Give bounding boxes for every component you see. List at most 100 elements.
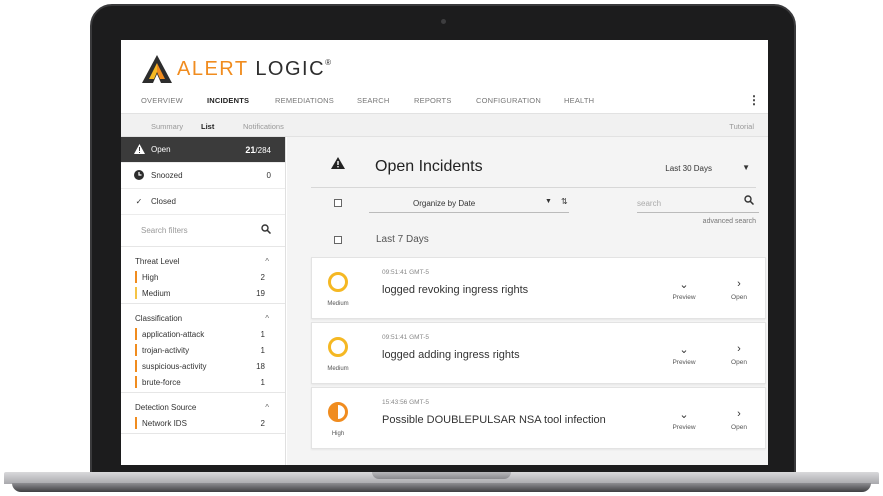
filter-search-placeholder: Search filters [141, 226, 188, 235]
incident-search-input[interactable]: search [637, 199, 661, 208]
nav-reports[interactable]: REPORTS [414, 96, 452, 105]
incident-list-panel: Open Incidents Last 30 Days ▼ Organize b… [287, 137, 768, 465]
state-closed[interactable]: ✓ Closed [121, 189, 285, 215]
chevron-up-icon[interactable]: ^ [265, 314, 269, 323]
tab-notifications[interactable]: Notifications [243, 122, 284, 131]
nav-search[interactable]: SEARCH [357, 96, 389, 105]
filter-item-network-ids[interactable]: Network IDS 2 [135, 415, 273, 431]
filter-item-medium[interactable]: Medium 19 [135, 285, 273, 301]
group-header[interactable]: Classification ^ [135, 310, 273, 326]
preview-button[interactable]: ⌄ Preview [664, 343, 704, 366]
select-all-checkbox[interactable] [334, 199, 342, 207]
kebab-icon[interactable]: ⋮ [748, 93, 760, 107]
severity-medium-icon [328, 272, 348, 292]
caret-down-icon[interactable]: ▼ [545, 198, 552, 205]
open-label: Open [731, 424, 747, 431]
nav-configuration[interactable]: CONFIGURATION [476, 96, 541, 105]
brand-alert-word: ALERT [177, 57, 249, 80]
nav-remediations[interactable]: REMEDIATIONS [275, 96, 334, 105]
search-icon[interactable] [744, 195, 754, 205]
group-header[interactable]: Threat Level ^ [135, 253, 273, 269]
filter-count: 2 [260, 272, 265, 282]
filter-label: trojan-activity [142, 345, 190, 355]
incident-name[interactable]: logged revoking ingress rights [382, 284, 528, 296]
tab-list[interactable]: List [201, 122, 214, 131]
advanced-search-link[interactable]: advanced search [703, 218, 756, 225]
filter-item-high[interactable]: High 2 [135, 269, 273, 285]
clock-icon [133, 169, 145, 182]
filter-count: 18 [256, 361, 265, 371]
group-title: Classification [135, 313, 183, 323]
incident-name[interactable]: Possible DOUBLEPULSAR NSA tool infection [382, 414, 606, 426]
organize-by-select[interactable]: Organize by Date [413, 199, 475, 208]
filter-label: Medium [142, 288, 171, 298]
open-button[interactable]: › Open [719, 343, 759, 366]
incident-card[interactable]: High 15:43:56 GMT-5 Possible DOUBLEPULSA… [311, 387, 766, 449]
filter-label: application-attack [142, 329, 205, 339]
severity-label: Medium [327, 301, 349, 307]
filter-label: brute-force [142, 377, 181, 387]
laptop-frame: ALERT LOGIC® OVERVIEW INCIDENTS REMEDIAT… [0, 0, 883, 496]
filter-group-threat-level: Threat Level ^ High 2 Medium 19 [121, 247, 285, 304]
filter-group-detection-source: Detection Source ^ Network IDS 2 [121, 393, 285, 434]
chevron-right-icon: › [737, 343, 741, 355]
chevron-right-icon: › [737, 408, 741, 420]
group-header[interactable]: Detection Source ^ [135, 399, 273, 415]
tab-summary[interactable]: Summary [151, 122, 183, 131]
section-header: Last 7 Days [287, 231, 768, 249]
preview-label: Preview [672, 359, 696, 366]
top-navigation: OVERVIEW INCIDENTS REMEDIATIONS SEARCH R… [121, 90, 768, 112]
preview-button[interactable]: ⌄ Preview [664, 408, 704, 431]
list-toolbar: Organize by Date ▼ ⇅ search [287, 191, 768, 215]
registered-mark: ® [325, 57, 333, 67]
search-icon[interactable] [261, 224, 271, 234]
incident-card[interactable]: Medium 09:51:41 GMT-5 logged adding ingr… [311, 322, 766, 384]
chevron-up-icon[interactable]: ^ [265, 257, 269, 266]
sort-icon[interactable]: ⇅ [561, 197, 568, 206]
state-open[interactable]: Open 21/284 [121, 137, 285, 163]
filter-item-brute-force[interactable]: brute-force 1 [135, 374, 273, 390]
group-title: Detection Source [135, 402, 197, 412]
title-row: Open Incidents Last 30 Days ▼ [287, 151, 768, 187]
date-range-select[interactable]: Last 30 Days [665, 164, 712, 173]
camera-icon [441, 19, 446, 24]
incident-time: 09:51:41 GMT-5 [382, 269, 429, 276]
group-title: Threat Level [135, 256, 180, 266]
filter-count: 19 [256, 288, 265, 298]
caret-down-icon[interactable]: ▼ [742, 163, 750, 172]
preview-button[interactable]: ⌄ Preview [664, 278, 704, 301]
laptop-base [0, 468, 883, 496]
state-open-label: Open [151, 145, 171, 154]
nav-overview[interactable]: OVERVIEW [141, 96, 183, 105]
open-button[interactable]: › Open [719, 278, 759, 301]
state-snoozed[interactable]: Snoozed 0 [121, 163, 285, 189]
nav-incidents[interactable]: INCIDENTS [207, 96, 249, 105]
chevron-up-icon[interactable]: ^ [265, 403, 269, 412]
severity-medium-icon [328, 337, 348, 357]
incident-card[interactable]: Medium 09:51:41 GMT-5 logged revoking in… [311, 257, 766, 319]
filter-label: High [142, 272, 159, 282]
chevron-down-icon: ⌄ [679, 344, 689, 356]
divider [311, 187, 756, 188]
filter-item-application-attack[interactable]: application-attack 1 [135, 326, 273, 342]
section-checkbox[interactable] [334, 236, 342, 244]
filter-group-classification: Classification ^ application-attack 1 troj… [121, 304, 285, 393]
state-snoozed-label: Snoozed [151, 171, 183, 180]
filter-item-trojan-activity[interactable]: trojan-activity 1 [135, 342, 273, 358]
open-button[interactable]: › Open [719, 408, 759, 431]
nav-health[interactable]: HEALTH [564, 96, 594, 105]
app-screen: ALERT LOGIC® OVERVIEW INCIDENTS REMEDIAT… [121, 40, 768, 465]
base-bottom [12, 483, 871, 492]
filter-item-suspicious-activity[interactable]: suspicious-activity 18 [135, 358, 273, 374]
brand-logo[interactable]: ALERT LOGIC® [141, 52, 332, 86]
state-snoozed-count: 0 [266, 171, 271, 180]
filter-count: 1 [260, 377, 265, 387]
incident-name[interactable]: logged adding ingress rights [382, 349, 520, 361]
open-label: Open [731, 294, 747, 301]
severity-high-icon [328, 402, 348, 422]
sub-navigation: Summary List Notifications Tutorial [121, 113, 768, 137]
chevron-right-icon: › [737, 278, 741, 290]
tutorial-link[interactable]: Tutorial [729, 122, 754, 131]
state-closed-label: Closed [151, 197, 176, 206]
filter-search-input[interactable]: Search filters [121, 215, 285, 247]
